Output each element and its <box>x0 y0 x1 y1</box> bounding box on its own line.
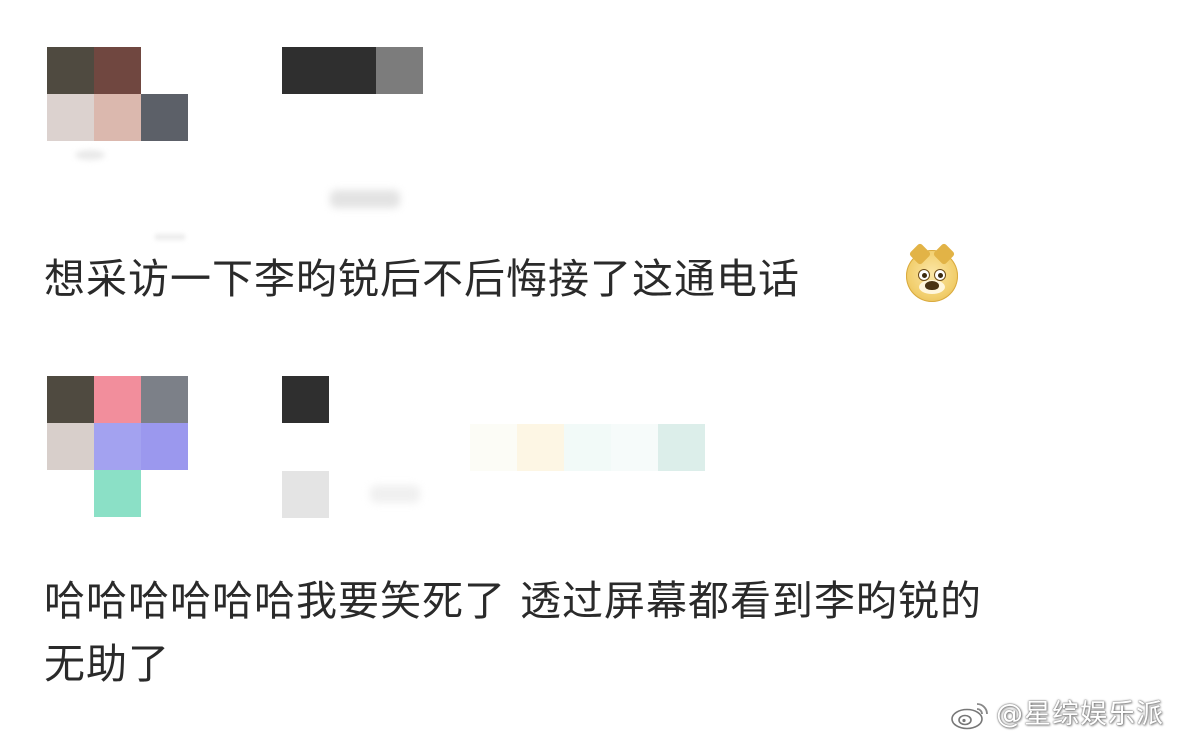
comment-2-meta-pixelated <box>282 471 329 518</box>
doge-emoji-icon <box>906 242 958 302</box>
comment-2-text-line2: 无助了 <box>44 640 170 688</box>
comment-2-text-line1: 哈哈哈哈哈哈我要笑死了 透过屏幕都看到李昀锐的 <box>44 577 983 625</box>
comment-2-meta-blur <box>370 485 420 503</box>
comment-1-meta-blur-3 <box>155 234 185 240</box>
comment-1-text-content: 想采访一下李昀锐后不后悔接了这通电话 <box>44 255 800 303</box>
comment-1-meta-blur <box>75 150 105 160</box>
comment-2-avatar[interactable] <box>47 376 188 517</box>
comment-2-username-pixelated[interactable] <box>282 376 329 423</box>
comment-1-avatar[interactable] <box>47 47 188 141</box>
comment-2-text: 哈哈哈哈哈哈我要笑死了 透过屏幕都看到李昀锐的 无助了 <box>44 572 982 693</box>
comment-2-badge-pixelated <box>470 424 705 471</box>
weibo-icon <box>951 703 988 730</box>
comment-1-text: 想采访一下李昀锐后不后悔接了这通电话 <box>44 250 800 308</box>
watermark: @星综娱乐派 <box>950 698 1164 732</box>
watermark-text: @星综娱乐派 <box>996 699 1164 730</box>
comment-1-meta-blur-2 <box>330 190 400 208</box>
comment-1-username-pixelated[interactable] <box>282 47 423 94</box>
